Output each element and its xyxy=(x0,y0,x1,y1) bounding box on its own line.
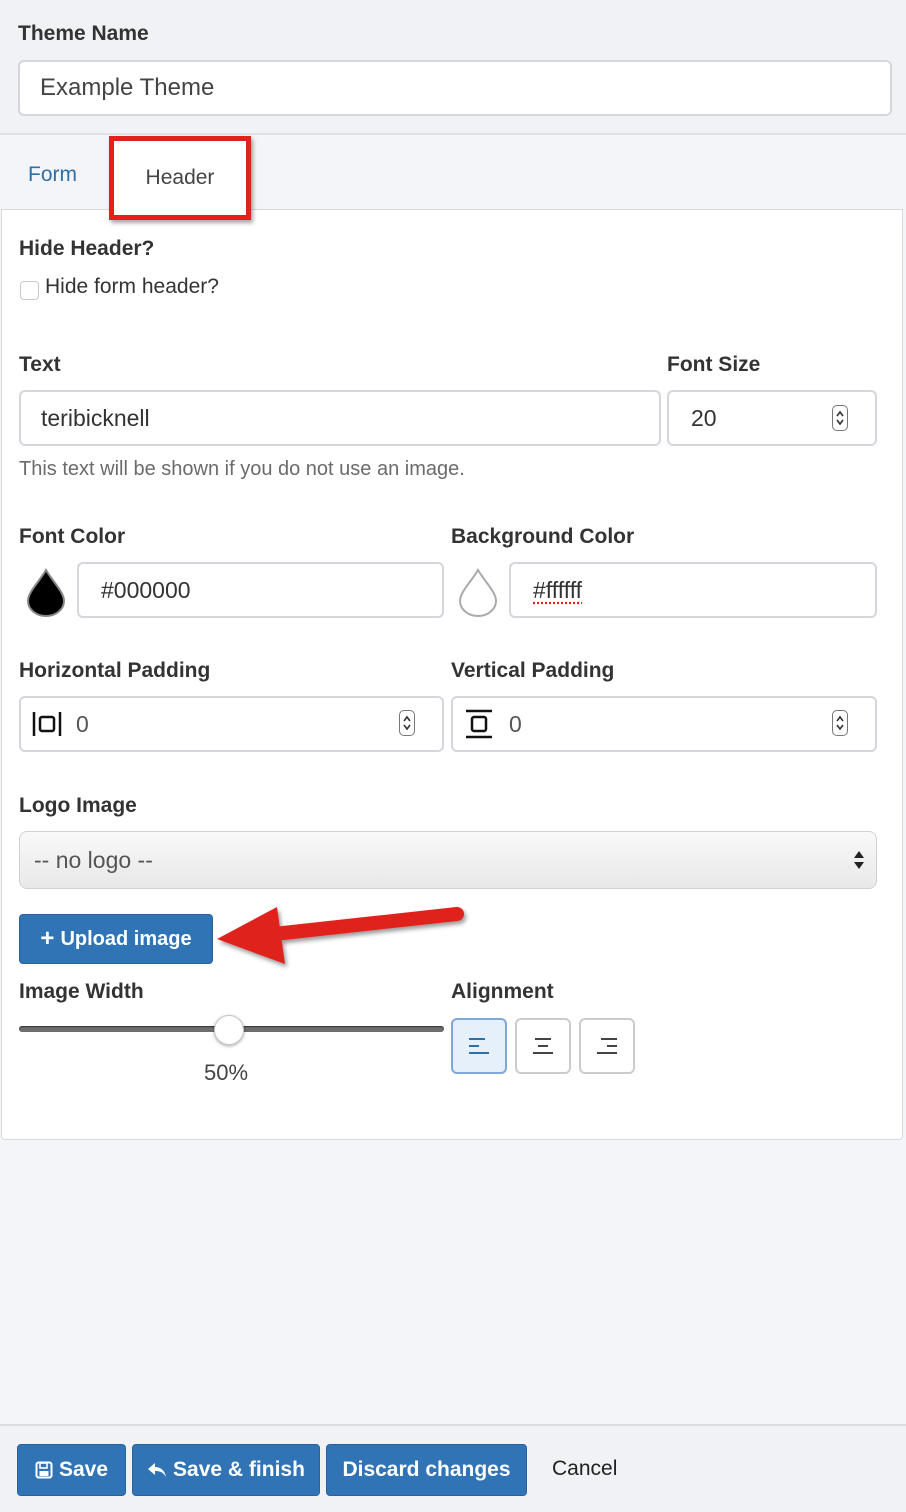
upload-image-label: Upload image xyxy=(60,927,192,950)
save-finish-label: Save & finish xyxy=(173,1458,305,1481)
font-color-value: #000000 xyxy=(101,576,191,603)
logo-image-select[interactable]: -- no logo -- xyxy=(19,831,877,889)
tab-header-label: Header xyxy=(145,166,215,189)
align-left-icon xyxy=(469,1038,489,1054)
horizontal-padding-icon xyxy=(32,710,62,743)
hide-header-checkbox-label: Hide form header? xyxy=(45,275,219,298)
align-center-button[interactable] xyxy=(515,1018,571,1074)
align-center-icon xyxy=(533,1038,553,1054)
plus-icon: + xyxy=(40,925,55,952)
tab-header[interactable]: Header xyxy=(109,136,251,220)
image-width-label: Image Width xyxy=(19,980,144,1003)
image-width-slider-handle[interactable] xyxy=(214,1015,244,1045)
font-size-stepper[interactable] xyxy=(832,405,848,431)
font-size-label: Font Size xyxy=(667,353,761,376)
horizontal-padding-stepper[interactable] xyxy=(399,710,415,736)
save-button[interactable]: Save xyxy=(17,1444,126,1496)
save-icon xyxy=(35,1461,53,1479)
cancel-label: Cancel xyxy=(552,1457,618,1480)
save-label: Save xyxy=(58,1458,109,1481)
vertical-padding-stepper[interactable] xyxy=(832,710,848,736)
text-help: This text will be shown if you do not us… xyxy=(19,458,465,480)
font-size-value: 20 xyxy=(691,404,717,431)
vertical-padding-label: Vertical Padding xyxy=(451,659,615,682)
vertical-padding-value: 0 xyxy=(509,710,522,737)
align-left-button[interactable] xyxy=(451,1018,507,1074)
vertical-padding-icon xyxy=(464,709,494,744)
tab-form[interactable]: Form xyxy=(28,163,77,187)
font-color-input[interactable]: #000000 xyxy=(77,562,444,618)
background-color-label: Background Color xyxy=(451,525,635,548)
font-color-drop-icon[interactable] xyxy=(26,568,66,623)
upload-image-button[interactable]: + Upload image xyxy=(19,914,213,964)
hide-header-checkbox[interactable] xyxy=(20,281,39,300)
select-arrows-icon xyxy=(853,849,865,876)
horizontal-padding-value: 0 xyxy=(76,710,89,737)
discard-changes-label: Discard changes xyxy=(342,1458,511,1481)
vertical-padding-input[interactable]: 0 xyxy=(451,696,877,752)
horizontal-padding-input[interactable]: 0 xyxy=(19,696,444,752)
theme-name-label: Theme Name xyxy=(18,22,149,45)
alignment-label: Alignment xyxy=(451,980,554,1003)
logo-image-selected: -- no logo -- xyxy=(34,846,153,873)
cancel-link[interactable]: Cancel xyxy=(552,1457,617,1481)
theme-name-input[interactable]: Example Theme xyxy=(18,60,892,116)
discard-changes-button[interactable]: Discard changes xyxy=(326,1444,527,1496)
text-label: Text xyxy=(19,353,61,376)
background-color-value: #ffffff xyxy=(533,576,583,603)
tab-form-label: Form xyxy=(28,163,77,186)
align-right-icon xyxy=(597,1038,617,1054)
hide-header-label: Hide Header? xyxy=(19,237,155,260)
align-right-button[interactable] xyxy=(579,1018,635,1074)
font-color-label: Font Color xyxy=(19,525,126,548)
save-finish-button[interactable]: Save & finish xyxy=(132,1444,320,1496)
header-text-input[interactable]: teribicknell xyxy=(19,390,661,446)
image-width-value: 50% xyxy=(204,1060,249,1085)
horizontal-padding-label: Horizontal Padding xyxy=(19,659,211,682)
header-text-value: teribicknell xyxy=(41,404,150,431)
annotation-arrow xyxy=(205,898,475,983)
background-color-drop-icon[interactable] xyxy=(458,568,498,623)
background-color-input[interactable]: #ffffff xyxy=(509,562,877,618)
reply-arrow-icon xyxy=(147,1462,167,1478)
logo-image-label: Logo Image xyxy=(19,794,137,817)
theme-name-value: Example Theme xyxy=(40,74,215,101)
